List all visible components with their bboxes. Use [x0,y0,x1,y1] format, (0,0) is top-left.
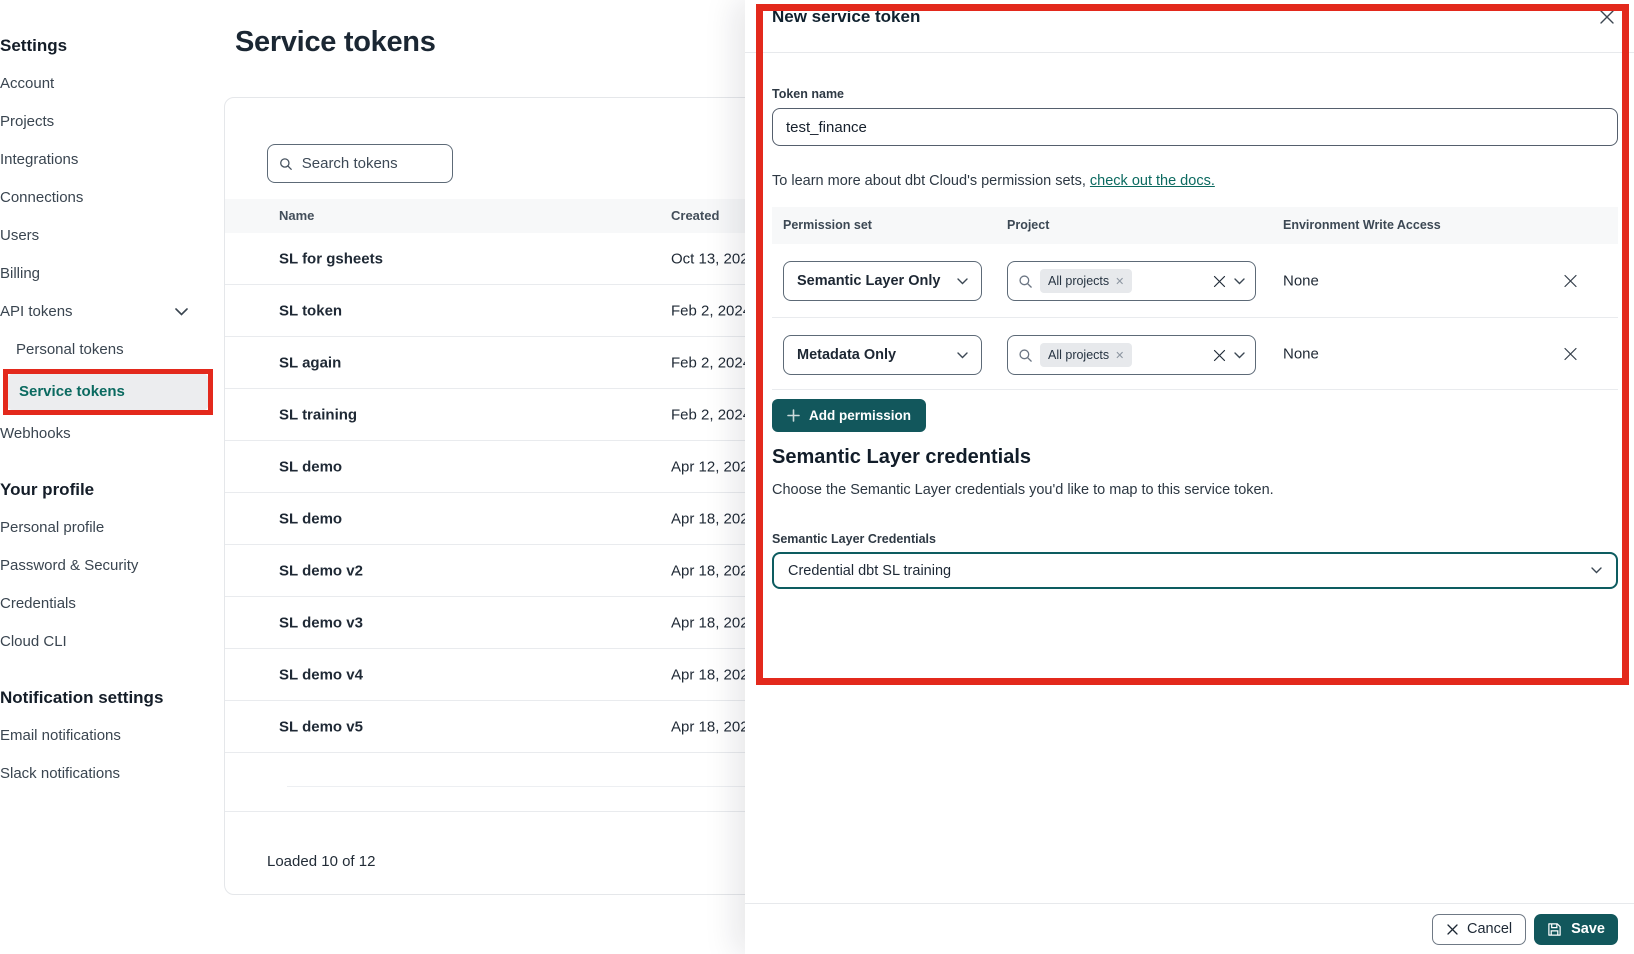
sl-credentials-heading: Semantic Layer credentials [772,446,1618,469]
search-tokens-box[interactable] [267,144,453,183]
load-status: Loaded 10 of 12 [267,853,375,870]
chip-remove-icon[interactable]: ✕ [1115,275,1124,288]
drawer-footer: Cancel Save [745,903,1634,954]
clear-selection-icon[interactable] [1212,348,1227,363]
sidebar-heading-settings: Settings [0,27,218,65]
docs-link[interactable]: check out the docs. [1090,173,1215,189]
docs-text: To learn more about dbt Cloud's permissi… [772,173,1618,189]
sidebar-item-personal-profile[interactable]: Personal profile [0,509,218,547]
chevron-down-icon [175,308,188,316]
token-name: SL demo [279,510,342,527]
sidebar-item-users[interactable]: Users [0,217,218,255]
save-label: Save [1571,921,1605,937]
save-floppy-icon [1547,922,1562,937]
project-multiselect[interactable]: All projects ✕ [1007,261,1256,301]
sidebar-item-api-tokens[interactable]: API tokens [0,293,218,331]
project-chip: All projects ✕ [1040,269,1132,293]
sidebar-item-billing[interactable]: Billing [0,255,218,293]
token-name-label: Token name [772,87,1618,101]
sidebar-item-webhooks[interactable]: Webhooks [0,415,218,453]
sl-credentials-value: Credential dbt SL training [788,563,951,579]
save-button[interactable]: Save [1534,914,1618,945]
token-name: SL token [279,302,342,319]
project-multiselect[interactable]: All projects ✕ [1007,335,1256,375]
token-name: SL demo [279,458,342,475]
chip-remove-icon[interactable]: ✕ [1115,349,1124,362]
plus-icon [787,409,800,422]
column-header-env-write: Environment Write Access [1283,207,1441,244]
permission-set-select[interactable]: Semantic Layer Only [783,261,982,301]
permissions-table-header: Permission set Project Environment Write… [772,207,1618,244]
close-icon[interactable] [1597,8,1617,28]
env-write-access-value: None [1283,345,1319,362]
permission-set-select[interactable]: Metadata Only [783,335,982,375]
env-write-access-value: None [1283,272,1319,289]
permission-set-value: Semantic Layer Only [797,273,940,289]
service-tokens-annotation-box: Service tokens [3,369,213,415]
drawer-title: New service token [772,7,920,27]
sidebar-item-slack-notifications[interactable]: Slack notifications [0,755,218,793]
sidebar-item-password-security[interactable]: Password & Security [0,547,218,585]
sl-credentials-select[interactable]: Credential dbt SL training [772,552,1618,589]
search-icon [1018,274,1033,289]
cancel-label: Cancel [1467,921,1512,937]
add-permission-label: Add permission [809,408,911,423]
api-tokens-label: API tokens [0,293,73,331]
token-name: SL again [279,354,341,371]
clear-selection-icon[interactable] [1212,274,1227,289]
sidebar-item-service-tokens[interactable]: Service tokens [8,374,208,410]
token-name-input[interactable] [772,108,1618,146]
new-service-token-drawer: New service token Token name To learn mo… [745,0,1634,954]
sidebar-heading-your-profile: Your profile [0,471,218,509]
sidebar-item-personal-tokens[interactable]: Personal tokens [0,331,218,369]
token-name: SL for gsheets [279,250,383,267]
sl-credentials-description: Choose the Semantic Layer credentials yo… [772,482,1618,498]
cancel-button[interactable]: Cancel [1432,914,1526,945]
page-title: Service tokens [235,26,436,59]
remove-permission-icon[interactable] [1562,345,1579,362]
project-chip-label: All projects [1048,348,1109,362]
token-name: SL demo v4 [279,666,363,683]
search-icon [1018,348,1033,363]
search-icon [279,156,293,172]
sidebar-item-account[interactable]: Account [0,65,218,103]
x-icon [1446,923,1459,936]
chevron-down-icon [1234,352,1245,359]
project-chip: All projects ✕ [1040,343,1132,367]
sidebar-item-credentials[interactable]: Credentials [0,585,218,623]
token-name: SL demo v5 [279,718,363,735]
sidebar-item-projects[interactable]: Projects [0,103,218,141]
add-permission-button[interactable]: Add permission [772,399,926,432]
column-header-permission-set: Permission set [783,207,872,244]
project-chip-label: All projects [1048,274,1109,288]
chevron-down-icon [1591,567,1602,574]
token-name: SL demo v3 [279,614,363,631]
column-header-project: Project [1007,207,1049,244]
sidebar-item-cloud-cli[interactable]: Cloud CLI [0,623,218,661]
sidebar-item-email-notifications[interactable]: Email notifications [0,717,218,755]
sidebar-item-integrations[interactable]: Integrations [0,141,218,179]
chevron-down-icon [957,352,968,359]
sidebar-item-connections[interactable]: Connections [0,179,218,217]
drawer-body: Token name To learn more about dbt Cloud… [772,53,1618,589]
search-input[interactable] [302,155,441,172]
screen: Settings Account Projects Integrations C… [0,0,1634,954]
settings-sidebar: Settings Account Projects Integrations C… [0,0,218,793]
column-header-created: Created [671,199,719,233]
drawer-header: New service token [745,0,1634,53]
permission-row: Metadata Only All projects ✕ None [772,318,1618,390]
permissions-table: Permission set Project Environment Write… [772,207,1618,390]
chevron-down-icon [957,278,968,285]
docs-text-prefix: To learn more about dbt Cloud's permissi… [772,173,1090,189]
remove-permission-icon[interactable] [1562,272,1579,289]
sidebar-heading-notification-settings: Notification settings [0,679,218,717]
token-name: SL training [279,406,357,423]
permission-set-value: Metadata Only [797,347,896,363]
token-name: SL demo v2 [279,562,363,579]
chevron-down-icon [1234,278,1245,285]
sl-credentials-label: Semantic Layer Credentials [772,532,1618,546]
permission-row: Semantic Layer Only All projects ✕ None [772,244,1618,318]
column-header-name: Name [279,199,314,233]
